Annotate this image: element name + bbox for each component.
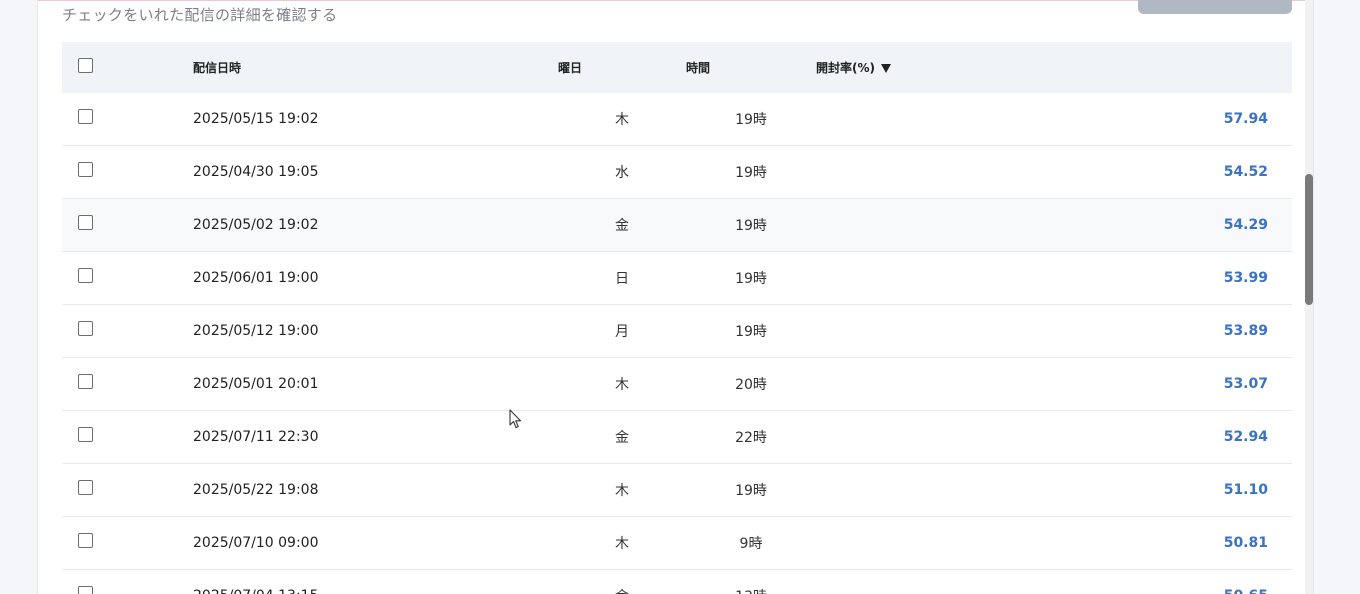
row-checkbox[interactable] xyxy=(78,214,93,230)
table-row[interactable]: 2025/05/15 19:02 木 19時 57.94 xyxy=(62,93,1292,146)
row-checkbox[interactable] xyxy=(78,585,93,594)
row-checkbox-cell xyxy=(62,410,193,464)
cell-weekday: 水 xyxy=(558,145,686,199)
cell-hour: 19時 xyxy=(686,463,816,517)
cell-weekday: 木 xyxy=(558,357,686,411)
cell-date: 2025/05/01 20:01 xyxy=(193,357,558,411)
header-checkbox-cell xyxy=(62,42,193,93)
cell-date: 2025/07/11 22:30 xyxy=(193,410,558,464)
cell-hour: 22時 xyxy=(686,410,816,464)
cell-weekday: 木 xyxy=(558,516,686,570)
cell-weekday: 日 xyxy=(558,251,686,305)
cell-weekday: 金 xyxy=(558,410,686,464)
row-checkbox-cell xyxy=(62,569,193,594)
row-checkbox-cell xyxy=(62,357,193,411)
scrollbar-thumb[interactable] xyxy=(1305,174,1313,305)
cell-hour: 19時 xyxy=(686,145,816,199)
table-row[interactable]: 2025/07/04 13:15金13時50.65 xyxy=(62,569,1292,594)
cell-hour: 19時 xyxy=(686,304,816,358)
cell-open-rate[interactable]: 51.10 xyxy=(816,463,1292,517)
table-row[interactable]: 2025/07/10 09:00 木 9時 50.81 xyxy=(62,516,1292,570)
row-checkbox-cell xyxy=(62,463,193,517)
cell-date: 2025/05/22 19:08 xyxy=(193,463,558,517)
row-checkbox[interactable] xyxy=(78,532,93,548)
row-checkbox-cell xyxy=(62,516,193,570)
cell-open-rate[interactable]: 54.52 xyxy=(816,145,1292,199)
column-header-weekday: 曜日 xyxy=(558,42,686,93)
cell-hour: 19時 xyxy=(686,251,816,305)
mouse-cursor-icon xyxy=(509,409,522,429)
table-row[interactable]: 2025/06/01 19:00 日 19時 53.99 xyxy=(62,251,1292,305)
table-row[interactable]: 2025/07/11 22:30 金 22時 52.94 xyxy=(62,410,1292,464)
cell-hour: 19時 xyxy=(686,93,816,146)
row-checkbox[interactable] xyxy=(78,426,93,442)
column-header-hour: 時間 xyxy=(686,42,816,93)
row-checkbox-cell xyxy=(62,93,193,146)
cell-date: 2025/04/30 19:05 xyxy=(193,145,558,199)
table-row[interactable]: 2025/04/30 19:05 水 19時 54.52 xyxy=(62,145,1292,199)
row-checkbox[interactable] xyxy=(78,373,93,389)
table-row[interactable]: 2025/05/01 20:01 木 20時 53.07 xyxy=(62,357,1292,411)
row-checkbox[interactable] xyxy=(78,108,93,124)
row-checkbox-cell xyxy=(62,251,193,305)
column-header-date: 配信日時 xyxy=(193,42,558,93)
open-rate-header-label: 開封率(%) xyxy=(816,61,875,75)
column-header-open-rate[interactable]: 開封率(%) xyxy=(816,42,1292,93)
cell-weekday: 月 xyxy=(558,304,686,358)
row-checkbox[interactable] xyxy=(78,479,93,495)
cell-hour: 9時 xyxy=(686,516,816,570)
scrollbar-track[interactable] xyxy=(1305,0,1313,594)
cell-open-rate[interactable]: 53.99 xyxy=(816,251,1292,305)
cell-hour: 20時 xyxy=(686,357,816,411)
cell-date: 2025/07/04 13:15 xyxy=(193,569,558,594)
top-divider xyxy=(38,0,1313,1)
cell-weekday: 木 xyxy=(558,463,686,517)
table-row[interactable]: 2025/05/22 19:08 木 19時 51.10 xyxy=(62,463,1292,517)
cell-hour: 19時 xyxy=(686,198,816,252)
cell-open-rate[interactable]: 50.65 xyxy=(816,569,1292,594)
cell-weekday: 金 xyxy=(558,198,686,252)
row-checkbox[interactable] xyxy=(78,320,93,336)
cell-open-rate[interactable]: 57.94 xyxy=(816,93,1292,146)
cell-open-rate[interactable]: 54.29 xyxy=(816,198,1292,252)
check-hint-text: チェックをいれた配信の詳細を確認する xyxy=(62,6,338,24)
table-header-row: 配信日時 曜日 時間 開封率(%) xyxy=(62,42,1292,93)
delivery-list-card: チェックをいれた配信の詳細を確認する 配信日時 曜日 時間 開封率(%) 202… xyxy=(37,0,1314,594)
cell-open-rate[interactable]: 53.89 xyxy=(816,304,1292,358)
cell-open-rate[interactable]: 53.07 xyxy=(816,357,1292,411)
cell-weekday: 木 xyxy=(558,93,686,146)
cell-weekday: 金 xyxy=(558,569,686,594)
cell-date: 2025/05/15 19:02 xyxy=(193,93,558,146)
cell-date: 2025/05/02 19:02 xyxy=(193,198,558,252)
cell-date: 2025/06/01 19:00 xyxy=(193,251,558,305)
delivery-table: 配信日時 曜日 時間 開封率(%) 2025/05/15 19:02 木 19時 57… xyxy=(62,42,1292,594)
row-checkbox-cell xyxy=(62,304,193,358)
cell-date: 2025/07/10 09:00 xyxy=(193,516,558,570)
cell-open-rate[interactable]: 52.94 xyxy=(816,410,1292,464)
row-checkbox[interactable] xyxy=(78,161,93,177)
table-row[interactable]: 2025/05/12 19:00 月 19時 53.89 xyxy=(62,304,1292,358)
view-selected-details-button[interactable] xyxy=(1138,0,1292,14)
row-checkbox[interactable] xyxy=(78,267,93,283)
select-all-checkbox[interactable] xyxy=(78,58,93,73)
sort-desc-icon[interactable] xyxy=(881,64,891,73)
cell-date: 2025/05/12 19:00 xyxy=(193,304,558,358)
row-checkbox-cell xyxy=(62,145,193,199)
cell-hour: 13時 xyxy=(686,569,816,594)
cell-open-rate[interactable]: 50.81 xyxy=(816,516,1292,570)
table-row[interactable]: 2025/05/02 19:02 金 19時 54.29 xyxy=(62,198,1292,252)
row-checkbox-cell xyxy=(62,198,193,252)
